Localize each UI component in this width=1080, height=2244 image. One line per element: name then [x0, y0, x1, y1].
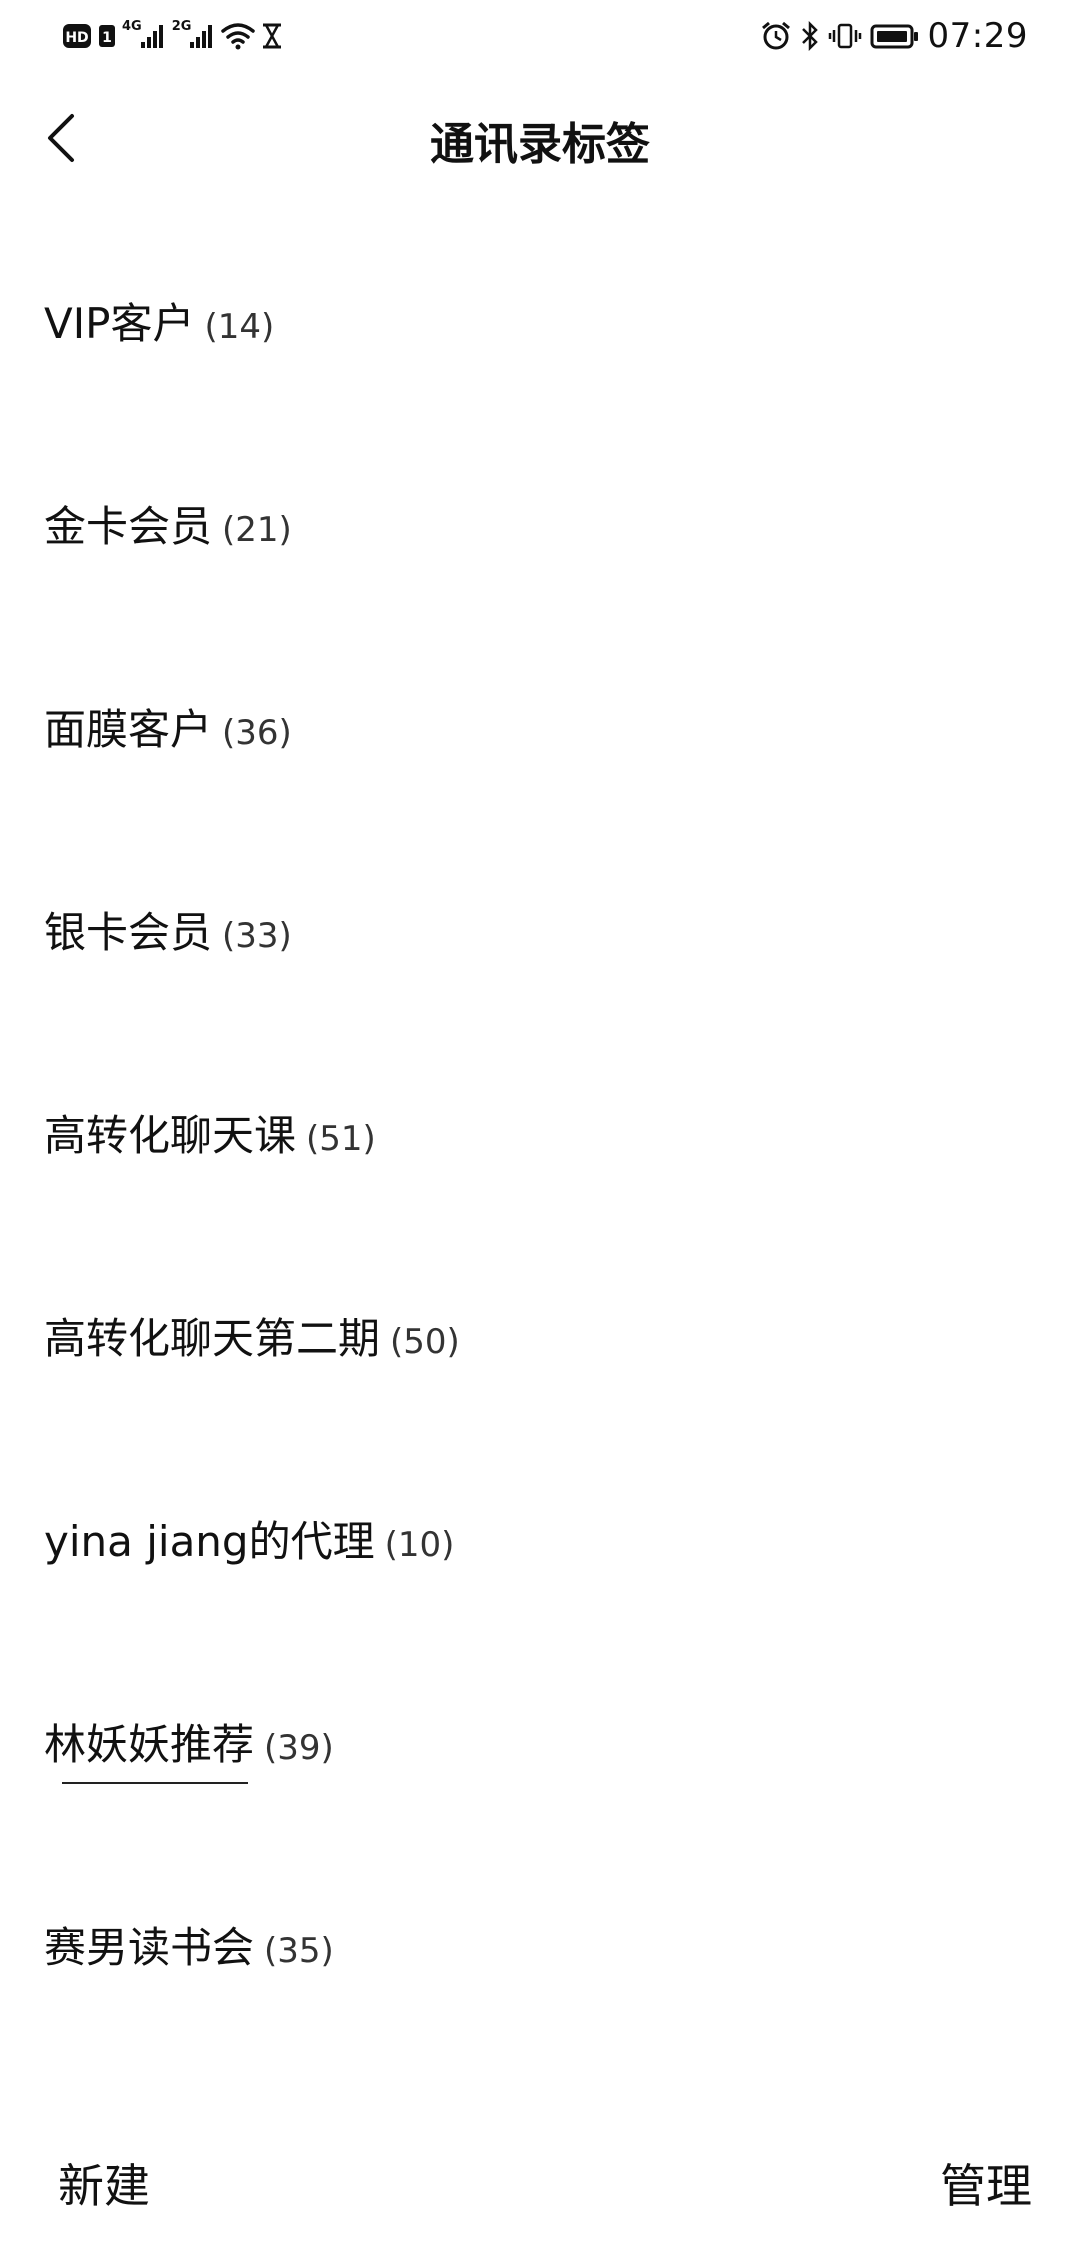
tag-name: 金卡会员 — [44, 502, 213, 551]
vibrate-icon — [828, 21, 862, 51]
tag-name: yina jiang的代理 — [44, 1517, 375, 1566]
tag-name: 面膜客户 — [44, 705, 213, 754]
tag-name: 银卡会员 — [44, 908, 213, 957]
tag-name: 林妖妖推荐 — [44, 1720, 255, 1769]
tag-count: (39) — [264, 1728, 334, 1768]
list-item[interactable]: 面膜客户 (36) — [0, 654, 1080, 857]
tag-count: (21) — [222, 510, 292, 550]
wifi-icon — [221, 22, 256, 50]
sim-icon: 1 — [98, 22, 116, 50]
status-time: 07:29 — [927, 16, 1028, 56]
tag-count: (14) — [204, 307, 275, 347]
list-item[interactable]: 高转化聊天第二期 (50) — [0, 1263, 1080, 1466]
list-item[interactable]: yina jiang的代理 (10) — [0, 1466, 1080, 1669]
list-item[interactable]: 赛男读书会 (35) — [0, 1872, 1080, 2075]
tag-name: VIP客户 — [44, 299, 195, 348]
tag-count: (51) — [306, 1119, 376, 1159]
tag-count: (33) — [222, 916, 292, 956]
bluetooth-icon — [800, 21, 820, 51]
signal-2g-icon: 2G — [171, 18, 216, 50]
bottom-action-bar: 新建 管理 — [0, 2150, 1080, 2240]
list-item[interactable]: 银卡会员 (33) — [0, 857, 1080, 1060]
tag-name: 赛男读书会 — [44, 1923, 255, 1972]
svg-text:HD: HD — [65, 30, 88, 46]
hd-icon: HD — [62, 22, 92, 50]
tag-name: 高转化聊天课 — [44, 1111, 297, 1160]
tag-count: (50) — [390, 1322, 460, 1362]
alarm-icon — [760, 21, 792, 51]
tag-list: VIP客户 (14) 金卡会员 (21) 面膜客户 (36) 银卡会员 (33)… — [0, 248, 1080, 2075]
list-item[interactable]: 高转化聊天课 (51) — [0, 1060, 1080, 1263]
signal-4g-icon: 4G — [122, 18, 166, 50]
tag-count: (36) — [222, 713, 292, 753]
list-item[interactable]: VIP客户 (14) — [0, 248, 1080, 451]
selection-underline — [62, 1782, 248, 1784]
battery-icon — [870, 21, 920, 51]
network-type-label: 4G — [122, 18, 142, 34]
new-tag-button[interactable]: 新建 — [58, 2150, 150, 2216]
status-bar-right: 07:29 — [760, 16, 1028, 56]
page-title: 通讯录标签 — [430, 119, 650, 170]
manage-tags-button[interactable]: 管理 — [940, 2150, 1032, 2216]
tag-name: 高转化聊天第二期 — [44, 1314, 381, 1363]
status-bar: HD 1 4G 2G 07:29 — [0, 0, 1080, 72]
list-item[interactable]: 金卡会员 (21) — [0, 451, 1080, 654]
status-bar-left: HD 1 4G 2G — [62, 16, 283, 56]
hourglass-icon — [261, 22, 283, 50]
list-item[interactable]: 林妖妖推荐 (39) — [0, 1669, 1080, 1872]
tag-count: (10) — [384, 1525, 455, 1565]
network-type-label: 2G — [171, 18, 192, 34]
svg-text:1: 1 — [102, 30, 112, 46]
tag-count: (35) — [264, 1931, 334, 1971]
header: 通讯录标签 — [0, 90, 1080, 190]
